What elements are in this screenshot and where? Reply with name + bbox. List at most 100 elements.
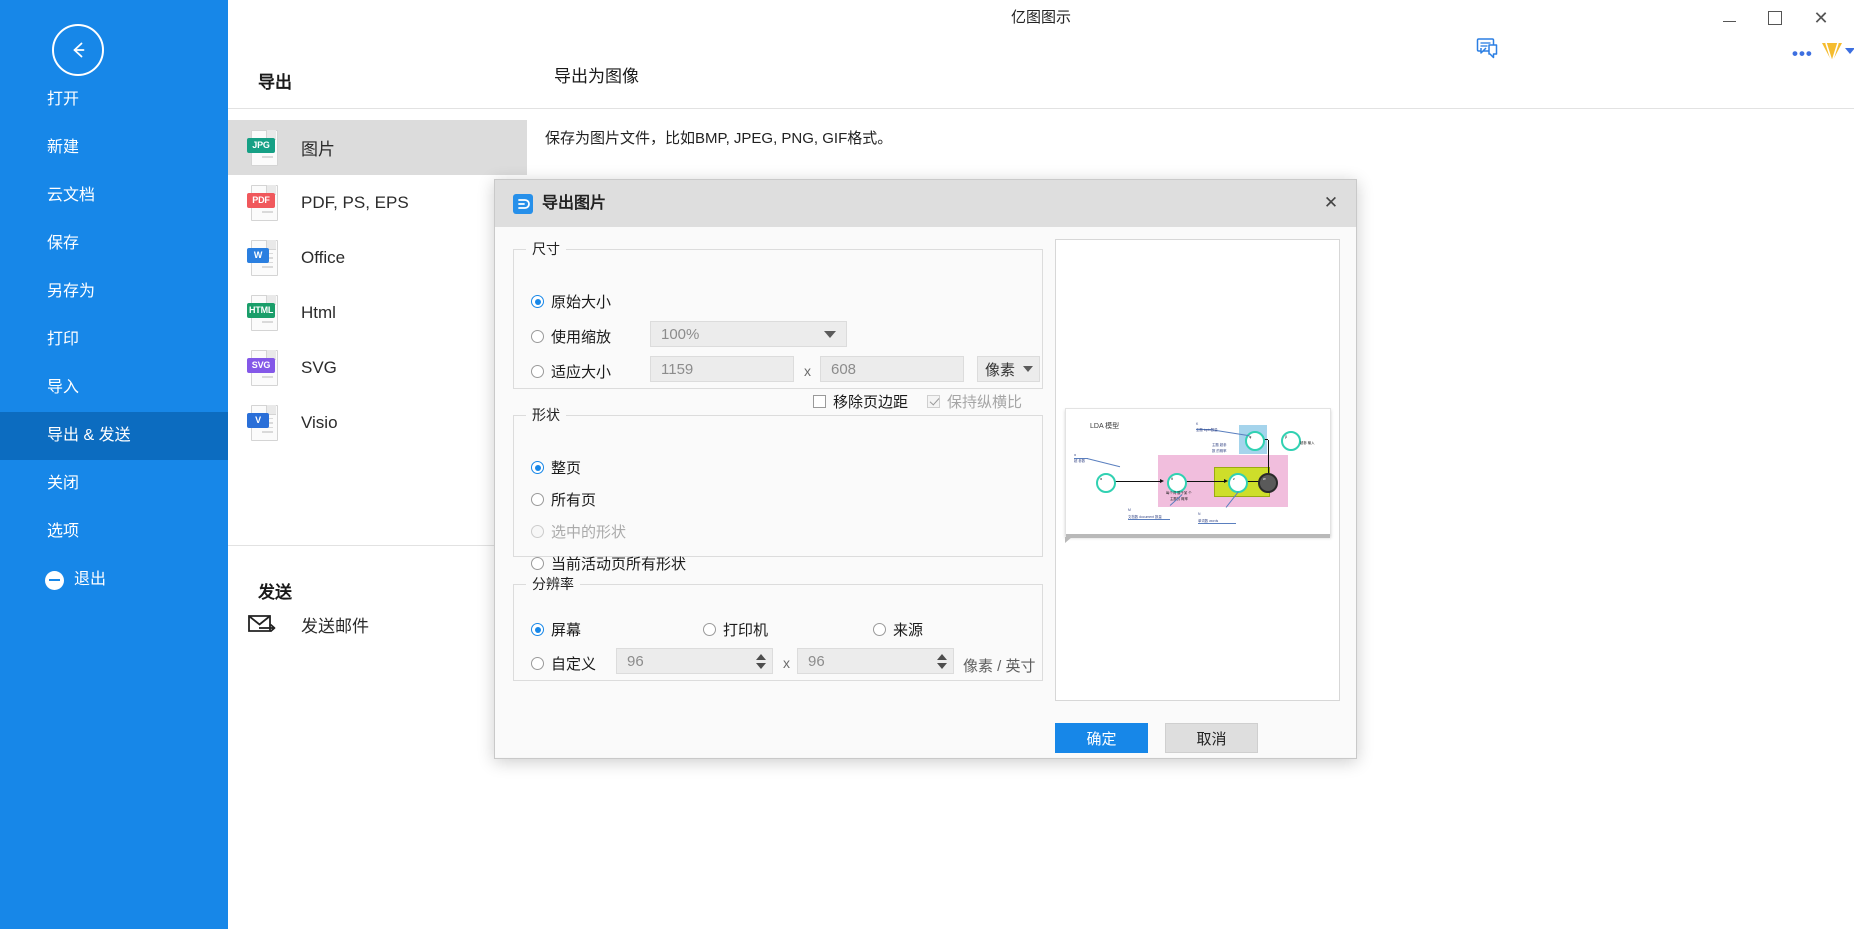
vip-badge-icon[interactable] [1820,38,1844,64]
dialog-close-button[interactable]: ✕ [1316,188,1346,218]
dialog-title: 导出图片 [542,180,606,227]
preview-label-alpha: α [1100,477,1102,481]
stepper-up-icon [756,654,766,660]
radio-source-dpi[interactable]: 来源 [873,619,923,640]
preview-lead-alpha [1087,458,1120,467]
fit-width-value: 1159 [661,361,693,378]
dpi-unit-label: 像素 / 英寸 [963,655,1036,676]
stepper-down-icon [937,663,947,669]
fit-width-input[interactable]: 1159 [650,356,794,382]
dpi-y-value: 96 [808,653,825,670]
radio-whole-page[interactable]: 整页 [531,457,581,478]
radio-label: 当前活动页所有形状 [551,553,686,574]
back-button[interactable] [52,24,104,76]
format-item-visio[interactable]: V Visio [228,395,527,450]
backstage-sidebar: 打开 新建 云文档 保存 另存为 打印 导入 导出 & 发送 关闭 选项 退出 [0,0,228,929]
exit-icon [45,571,64,590]
preview-label-beta: β [1285,435,1287,439]
format-label: Visio [301,413,338,433]
more-options-button[interactable]: ••• [1792,45,1813,62]
dialog-header [495,180,1356,228]
fit-height-input[interactable]: 608 [820,356,964,382]
content-divider [527,108,1854,109]
preview-note-beta: 超参 输入 [1300,441,1315,446]
sidebar-item-import[interactable]: 导入 [0,364,228,412]
close-window-button[interactable]: ✕ [1798,1,1844,35]
minimize-button[interactable] [1706,1,1752,35]
word-file-icon: W [247,240,277,276]
content-description: 保存为图片文件，比如BMP, JPEG, PNG, GIF格式。 [545,127,892,148]
preview-note-m-1: M [1128,508,1131,513]
sidebar-item-print[interactable]: 打印 [0,316,228,364]
export-heading: 导出 [258,68,292,93]
sidebar-label: 导入 [47,379,79,396]
sidebar-item-close[interactable]: 关闭 [0,460,228,508]
radio-printer-dpi[interactable]: 打印机 [703,619,768,640]
preview-label-w: w [1263,477,1266,481]
chevron-down-icon [1023,366,1033,372]
preview-page-corner-icon [1065,537,1072,543]
vip-dropdown-caret-icon[interactable] [1845,48,1854,54]
scale-combobox[interactable]: 100% [650,321,847,347]
confirm-button[interactable]: 确定 [1055,723,1148,753]
preview-note-m-2: 文档数 document 数量 [1128,515,1162,520]
sidebar-item-open[interactable]: 打开 [0,76,228,124]
preview-node-z [1228,473,1248,493]
radio-label: 自定义 [551,653,596,674]
svg-file-icon: SVG [247,350,277,386]
dpi-y-input[interactable]: 96 [797,648,954,674]
dpi-x-stepper[interactable] [751,650,771,672]
format-item-image[interactable]: JPG 图片 [228,120,527,175]
radio-dot-icon [531,657,544,670]
sidebar-item-options[interactable]: 选项 [0,508,228,556]
radio-dot-icon [531,557,544,570]
preview-note-prob-2: 数 的概率 [1212,449,1227,454]
dpi-y-stepper[interactable] [932,650,952,672]
sidebar-item-export-send[interactable]: 导出 & 发送 [0,412,228,460]
radio-use-scale[interactable]: 使用缩放 [531,326,611,347]
resolution-group-legend: 分辨率 [526,574,580,594]
send-mail-icon [247,613,277,637]
maximize-button[interactable] [1752,1,1798,35]
sidebar-label: 云文档 [47,187,95,204]
radio-fit-size[interactable]: 适应大小 [531,361,611,382]
dialog-body: 尺寸 原始大小 使用缩放 100% 适应大小 1159 x [495,227,1356,757]
radio-active-page-shapes[interactable]: 当前活动页所有形状 [531,553,686,574]
secondary-toolbar [228,36,1854,72]
stepper-down-icon [756,663,766,669]
preview-page: LDA 模型 [1065,408,1331,536]
radio-custom-dpi[interactable]: 自定义 [531,653,596,674]
dpi-x-input[interactable]: 96 [616,648,773,674]
sidebar-item-new[interactable]: 新建 [0,124,228,172]
radio-original-size[interactable]: 原始大小 [531,291,611,312]
sidebar-item-save[interactable]: 保存 [0,220,228,268]
size-unit-combobox[interactable]: 像素 [977,356,1040,382]
format-item-html[interactable]: HTML Html [228,285,527,340]
preview-arrowhead-1 [1160,479,1164,483]
radio-dot-icon [531,493,544,506]
sidebar-item-exit[interactable]: 退出 [0,556,228,604]
format-label: Office [301,248,345,268]
radio-all-pages[interactable]: 所有页 [531,489,596,510]
radio-screen-dpi[interactable]: 屏幕 [531,619,581,640]
radio-selected-shapes: 选中的形状 [531,521,626,542]
fit-height-value: 608 [831,361,856,378]
radio-label: 使用缩放 [551,326,611,347]
feedback-chat-icon[interactable] [1476,36,1500,60]
sidebar-item-cloud-doc[interactable]: 云文档 [0,172,228,220]
sidebar-item-save-as[interactable]: 另存为 [0,268,228,316]
cancel-button[interactable]: 取消 [1165,723,1258,753]
format-item-pdf[interactable]: PDF PDF, PS, EPS [228,175,527,230]
preview-note-alpha-1: α [1074,453,1076,458]
sidebar-label: 退出 [74,556,106,604]
dpi-x-value: 96 [627,653,644,670]
title-bar: 亿图图示 ✕ [228,0,1854,36]
format-label: Html [301,303,336,323]
radio-dot-icon [531,525,544,538]
send-mail-row[interactable]: 发送邮件 [247,612,369,637]
size-group-legend: 尺寸 [526,239,566,259]
format-item-svg[interactable]: SVG SVG [228,340,527,395]
jpg-file-icon: JPG [247,130,277,166]
format-item-office[interactable]: W Office [228,230,527,285]
export-divider [228,108,527,109]
